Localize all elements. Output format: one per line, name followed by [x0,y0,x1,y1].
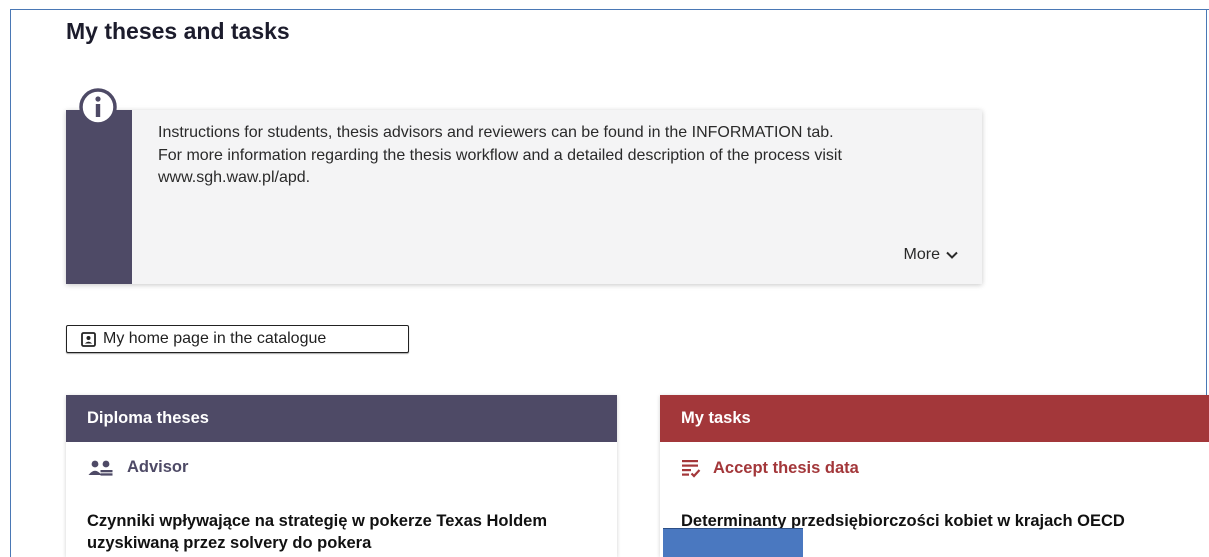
chevron-down-icon [946,251,958,259]
page-title: My theses and tasks [66,18,290,44]
id-card-icon [81,331,96,347]
info-text: Instructions for students, thesis adviso… [158,122,972,190]
window-frame-left [10,9,11,557]
info-panel-strip [66,110,132,284]
thesis-title-link[interactable]: Czynniki wpływające na strategię w poker… [87,510,557,554]
more-label: More [903,246,940,263]
info-text-line-2: For more information regarding the thesi… [158,146,842,187]
diploma-theses-panel: Diploma theses Advisor Czynniki wpływają… [66,395,617,557]
checklist-icon [682,460,701,478]
advisor-section: Advisor [87,458,188,477]
window-frame-top [10,9,1209,10]
my-home-page-label: My home page in the catalogue [103,330,327,347]
advisor-label: Advisor [127,458,189,476]
my-home-page-button[interactable]: My home page in the catalogue [66,325,409,353]
more-button[interactable]: More [904,246,958,264]
overlay-block [663,528,803,557]
info-text-line-1: Instructions for students, thesis adviso… [158,124,834,141]
info-circle-icon [79,88,117,126]
people-icon [88,460,113,476]
diploma-theses-header: Diploma theses [66,395,617,442]
my-tasks-header: My tasks [660,395,1209,442]
info-panel: Instructions for students, thesis adviso… [66,110,982,284]
accept-thesis-data-label: Accept thesis data [713,458,859,477]
accept-thesis-data-task[interactable]: Accept thesis data [681,458,859,478]
